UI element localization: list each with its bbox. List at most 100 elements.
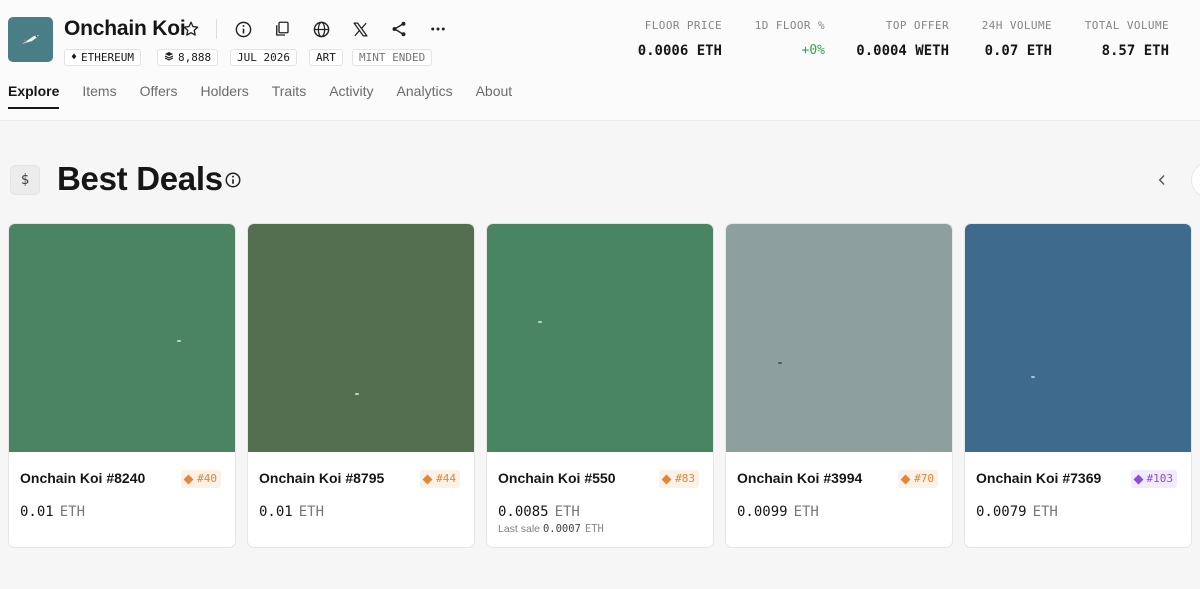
diamond-icon: [900, 474, 911, 484]
nft-image: [248, 224, 474, 452]
nft-card[interactable]: Onchain Koi #8240 #40 0.01 ETH: [8, 223, 236, 548]
stat-label: TOTAL VOLUME: [1084, 19, 1169, 32]
stat-label: 24H VOLUME: [981, 19, 1052, 32]
stat-value: 0.0004 WETH: [856, 43, 949, 59]
carousel-prev-button[interactable]: [1146, 164, 1178, 196]
chain-chip: ♦ ETHEREUM: [64, 49, 142, 66]
items-count: 8,888: [178, 51, 212, 64]
nft-card[interactable]: Onchain Koi #3994 #70 0.0099 ETH: [725, 223, 953, 548]
diamond-icon: [422, 474, 433, 484]
nft-price: 0.0099 ETH: [737, 504, 819, 520]
star-icon[interactable]: [179, 17, 203, 41]
tab-offers[interactable]: Offers: [140, 83, 178, 109]
items-count-chip: 8,888: [157, 49, 219, 66]
info-icon[interactable]: [231, 17, 255, 41]
rarity-rank-badge: #44: [420, 470, 460, 488]
dollar-icon: $: [10, 165, 40, 195]
last-sale: Last sale 0.0007 ETH: [498, 523, 604, 535]
rank-value: #70: [914, 472, 934, 485]
mint-status-chip: MINT ENDED: [352, 49, 433, 66]
stat-24h-volume: 24H VOLUME 0.07 ETH: [982, 19, 1052, 59]
koi-speck: [177, 340, 181, 342]
nft-card[interactable]: Onchain Koi #8795 #44 0.01 ETH: [247, 223, 475, 548]
rank-value: #83: [675, 472, 695, 485]
carousel-next-button[interactable]: [1191, 162, 1200, 198]
nft-price: 0.0079 ETH: [976, 504, 1058, 520]
share-icon[interactable]: [387, 17, 411, 41]
price-value: 0.01: [20, 504, 54, 520]
copy-icon[interactable]: [270, 17, 294, 41]
last-sale-label: Last sale: [498, 523, 541, 535]
ethereum-icon: ♦: [71, 52, 78, 63]
globe-icon[interactable]: [309, 17, 333, 41]
category-chip: ART: [309, 49, 343, 66]
koi-speck: [778, 362, 782, 364]
koi-speck: [1031, 376, 1035, 378]
collection-title: Onchain Koi: [64, 17, 186, 40]
nft-name: Onchain Koi #7369: [976, 470, 1102, 486]
stat-value: +0%: [801, 43, 825, 58]
stat-label: TOP OFFER: [885, 19, 949, 32]
tab-activity[interactable]: Activity: [329, 83, 373, 109]
chain-label: ETHEREUM: [81, 51, 135, 64]
header-divider: [216, 19, 217, 39]
rarity-rank-badge: #83: [659, 470, 699, 488]
price-currency: ETH: [793, 504, 819, 520]
tab-analytics[interactable]: Analytics: [397, 83, 453, 109]
price-value: 0.0099: [737, 504, 788, 520]
diamond-icon: [1133, 474, 1143, 484]
tab-holders[interactable]: Holders: [200, 83, 248, 109]
rarity-rank-badge: #103: [1130, 470, 1177, 488]
last-sale-value: 0.0007: [542, 523, 581, 535]
price-currency: ETH: [298, 504, 325, 520]
chevron-left-icon: [1158, 175, 1165, 185]
nft-card[interactable]: Onchain Koi #550 #83 0.0085 ETH Last sale…: [486, 223, 714, 548]
stat-total-volume: TOTAL VOLUME 8.57 ETH: [1085, 19, 1169, 59]
nft-image: [965, 224, 1191, 452]
collection-logo[interactable]: [8, 17, 53, 62]
tab-about[interactable]: About: [476, 83, 513, 109]
stat-label: 1D FLOOR %: [754, 19, 825, 32]
price-currency: ETH: [59, 504, 86, 520]
more-icon[interactable]: [426, 17, 450, 41]
nft-image: [487, 224, 713, 452]
section-title: Best Deals: [57, 160, 223, 197]
stat-1d-floor: 1D FLOOR % +0%: [755, 19, 825, 58]
tab-explore[interactable]: Explore: [8, 83, 60, 109]
date-chip: JUL 2026: [230, 49, 297, 66]
koi-fish-icon: [21, 34, 39, 44]
rank-value: #103: [1146, 472, 1174, 485]
diamond-icon: [183, 474, 194, 484]
nft-image: [726, 224, 952, 452]
price-currency: ETH: [1032, 504, 1058, 520]
collection-tabs: Explore Items Offers Holders Traits Acti…: [8, 83, 535, 109]
rank-value: #44: [436, 472, 456, 485]
rarity-rank-badge: #40: [181, 470, 221, 488]
tab-items[interactable]: Items: [82, 83, 116, 109]
nft-name: Onchain Koi #550: [498, 470, 616, 486]
x-icon[interactable]: [348, 17, 372, 41]
nft-price: 0.01 ETH: [20, 504, 85, 520]
koi-speck: [355, 393, 359, 395]
price-value: 0.0085: [498, 504, 549, 520]
nft-name: Onchain Koi #3994: [737, 470, 863, 486]
section-info-icon[interactable]: [224, 171, 242, 189]
stat-value: 8.57 ETH: [1101, 43, 1169, 59]
nft-card[interactable]: Onchain Koi #7369 #103 0.0079 ETH: [964, 223, 1192, 548]
rank-value: #40: [197, 472, 217, 485]
nft-name: Onchain Koi #8795: [259, 470, 385, 486]
stat-value: 0.0006 ETH: [637, 43, 722, 59]
nft-price: 0.0085 ETH: [498, 504, 580, 520]
rarity-rank-badge: #70: [898, 470, 938, 488]
stat-label: FLOOR PRICE: [644, 19, 722, 32]
stat-floor-price: FLOOR PRICE 0.0006 ETH: [638, 19, 722, 59]
nft-price: 0.01 ETH: [259, 504, 324, 520]
tab-traits[interactable]: Traits: [272, 83, 306, 109]
koi-speck: [538, 321, 542, 323]
price-value: 0.0079: [976, 504, 1027, 520]
nft-image: [9, 224, 235, 452]
collection-header: Onchain Koi ♦ ETHEREUM 8,888 JUL 2026 AR…: [0, 0, 1200, 121]
price-value: 0.01: [259, 504, 293, 520]
last-sale-currency: ETH: [584, 523, 604, 535]
stat-value: 0.07 ETH: [984, 43, 1052, 59]
